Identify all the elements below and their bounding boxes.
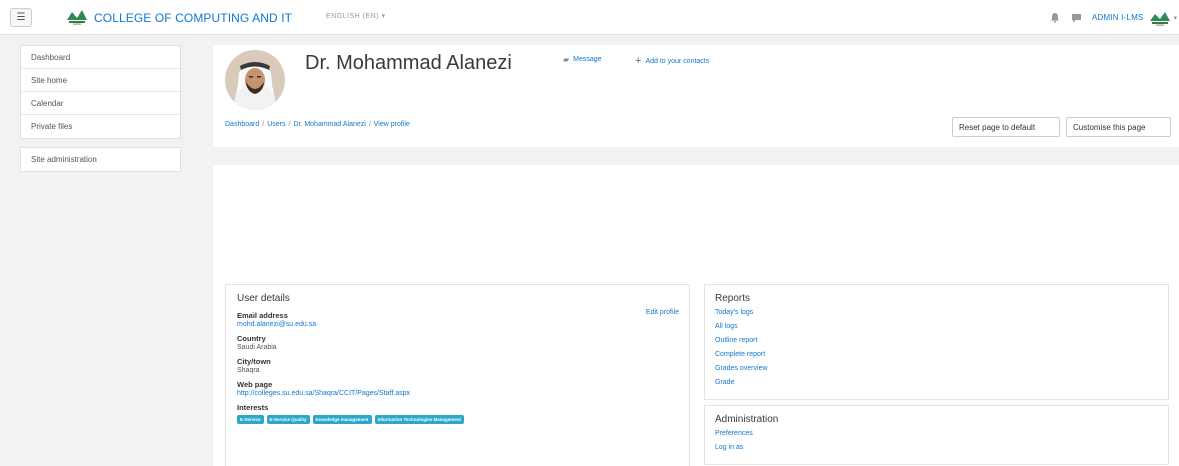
edit-profile-link[interactable]: Edit profile <box>646 309 679 316</box>
reports-card: Reports Today's logs All logs Outline re… <box>704 284 1169 400</box>
admin-link-log-in-as[interactable]: Log in as <box>715 441 1158 455</box>
nav-block-main: Dashboard Site home Calendar Private fil… <box>20 45 181 139</box>
email-link[interactable]: mohd.alanezi@su.edu.sa <box>237 321 678 328</box>
breadcrumb: Dashboard / Users / Dr. Mohammad Alanezi / Vie… <box>225 121 410 128</box>
breadcrumb-separator: / <box>262 121 265 128</box>
city-label: City/town <box>237 357 271 366</box>
web-page-link[interactable]: http://colleges.su.edu.sa/Shaqra/CCIT/Pa… <box>237 390 678 397</box>
nav-block-admin: Site administration <box>20 147 181 172</box>
breadcrumb-dashboard[interactable]: Dashboard <box>225 121 259 128</box>
add-contact-button[interactable]: + Add to your contacts <box>635 55 709 67</box>
breadcrumb-users[interactable]: Users <box>267 121 285 128</box>
interest-tag[interactable]: Information Technologies Management <box>374 415 464 424</box>
administration-card: Administration Preferences Log in as <box>704 405 1169 465</box>
user-avatar[interactable] <box>1149 9 1171 27</box>
web-page-label: Web page <box>237 380 273 389</box>
customise-page-button[interactable]: Customise this page <box>1066 117 1171 137</box>
top-navbar: ☰ COLLEGE OF COMPUTING AND IT ENGLISH (E… <box>0 0 1179 35</box>
sidebar-item-private-files[interactable]: Private files <box>21 115 180 138</box>
interests-tags: E-Service E-Service Quality Knowledge ma… <box>237 415 678 424</box>
chat-icon[interactable] <box>1070 11 1084 25</box>
page-header: Dr. Mohammad Alanezi ▰ Message + Add to … <box>213 45 1179 147</box>
site-name-link[interactable]: COLLEGE OF COMPUTING AND IT <box>94 11 292 25</box>
sidebar-item-site-administration[interactable]: Site administration <box>21 148 180 171</box>
city-value: Shaqra <box>237 367 260 374</box>
interest-tag[interactable]: E-Service <box>237 415 264 424</box>
report-link-complete[interactable]: Complete report <box>715 348 1158 362</box>
administration-title: Administration <box>715 414 779 425</box>
user-menu-name[interactable]: ADMIN I-LMS <box>1092 13 1144 22</box>
profile-name-heading: Dr. Mohammad Alanezi <box>305 52 512 74</box>
admin-link-preferences[interactable]: Preferences <box>715 427 1158 441</box>
report-link-outline[interactable]: Outline report <box>715 334 1158 348</box>
breadcrumb-separator: / <box>368 121 371 128</box>
user-details-card: User details Edit profile Email address … <box>225 284 690 466</box>
language-menu[interactable]: ENGLISH (EN) ▾ <box>326 12 386 20</box>
breadcrumb-view-profile[interactable]: View profile <box>374 121 410 128</box>
message-icon: ▰ <box>563 55 570 64</box>
interest-tag[interactable]: Knowledge management <box>312 415 372 424</box>
college-logo[interactable] <box>66 6 88 26</box>
sidebar-item-calendar[interactable]: Calendar <box>21 92 180 115</box>
profile-avatar <box>225 50 285 110</box>
administration-links: Preferences Log in as <box>715 427 1158 455</box>
report-link-todays-logs[interactable]: Today's logs <box>715 306 1158 320</box>
breadcrumb-profile[interactable]: Dr. Mohammad Alanezi <box>293 121 365 128</box>
message-label: Message <box>573 56 602 63</box>
reports-title: Reports <box>715 293 751 304</box>
report-link-grades-overview[interactable]: Grades overview <box>715 362 1158 376</box>
country-label: Country <box>237 334 266 343</box>
email-label: Email address <box>237 311 288 320</box>
add-contact-label: Add to your contacts <box>645 57 710 65</box>
navbar-right: ADMIN I-LMS ▾ <box>1048 0 1179 35</box>
main-content: User details Edit profile Email address … <box>213 165 1179 466</box>
user-details-title: User details <box>237 293 290 304</box>
report-link-grade[interactable]: Grade <box>715 376 1158 390</box>
user-menu-caret-icon[interactable]: ▾ <box>1173 14 1177 22</box>
sidebar-item-dashboard[interactable]: Dashboard <box>21 46 180 69</box>
plus-icon: + <box>635 55 642 67</box>
bell-icon[interactable] <box>1048 11 1062 25</box>
reports-links: Today's logs All logs Outline report Com… <box>715 306 1158 390</box>
country-value: Saudi Arabia <box>237 344 277 351</box>
hamburger-icon[interactable]: ☰ <box>10 8 32 27</box>
reset-page-button[interactable]: Reset page to default <box>952 117 1060 137</box>
user-details-list: Email address mohd.alanezi@su.edu.sa Cou… <box>237 311 678 412</box>
sidebar-item-site-home[interactable]: Site home <box>21 69 180 92</box>
message-button[interactable]: ▰ Message <box>563 55 602 64</box>
interest-tag[interactable]: E-Service Quality <box>266 415 310 424</box>
interests-label: Interests <box>237 403 269 412</box>
breadcrumb-separator: / <box>288 121 291 128</box>
report-link-all-logs[interactable]: All logs <box>715 320 1158 334</box>
